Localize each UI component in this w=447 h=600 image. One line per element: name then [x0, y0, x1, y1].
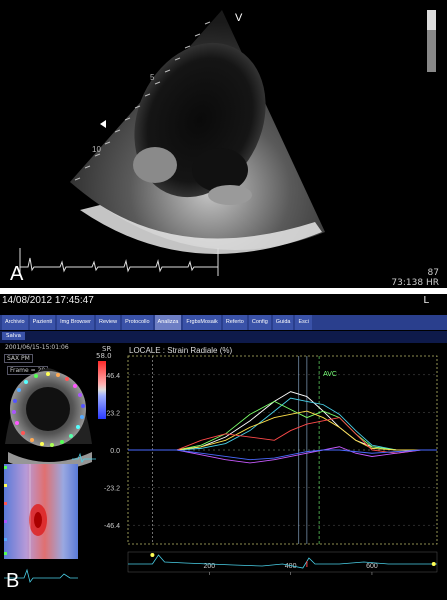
panel-label-a: A: [10, 263, 24, 285]
strain-series-3: [128, 410, 437, 451]
depth-mark-10: 10: [92, 145, 101, 154]
ecg-marker: [150, 553, 155, 557]
hr-unit: HR: [425, 278, 439, 288]
hr-readout: 87 73:138 HR: [391, 268, 439, 288]
y-tick-label: 0.0: [110, 448, 120, 455]
y-tick-label: 23.2: [106, 410, 120, 417]
ecg-marker: [431, 562, 436, 566]
hr-value: 87: [427, 268, 439, 278]
ecg-frame: [127, 551, 438, 573]
strain-series-0: [128, 391, 437, 451]
strain-chart: 46.423.20.0-23.2-46.4AVC200 400 600: [104, 355, 438, 575]
probe-marker: V: [235, 12, 243, 24]
echo-panel-a: 5 10 V A 87 73:138 HR: [0, 0, 447, 288]
x-tick-label: 600: [366, 563, 378, 570]
y-tick-label: -23.2: [104, 486, 120, 493]
strain-software-panel: 14/08/2012 17:45:47 L Archivio Pazienti …: [0, 294, 447, 600]
ecg-trace-a: [20, 257, 218, 273]
y-tick-label: 46.4: [106, 373, 120, 380]
frame-info: 73:138: [391, 278, 424, 288]
avc-annotation: AVC: [323, 371, 337, 378]
strain-series-2: [128, 400, 437, 451]
strain-series-4: [128, 417, 437, 454]
echo-image-a: 5 10 V A: [10, 10, 436, 285]
ecg-trace-b: [128, 554, 437, 569]
focus-marker-icon: [100, 120, 106, 128]
depth-mark-5: 5: [150, 73, 155, 82]
y-tick-label: -46.4: [104, 523, 120, 530]
